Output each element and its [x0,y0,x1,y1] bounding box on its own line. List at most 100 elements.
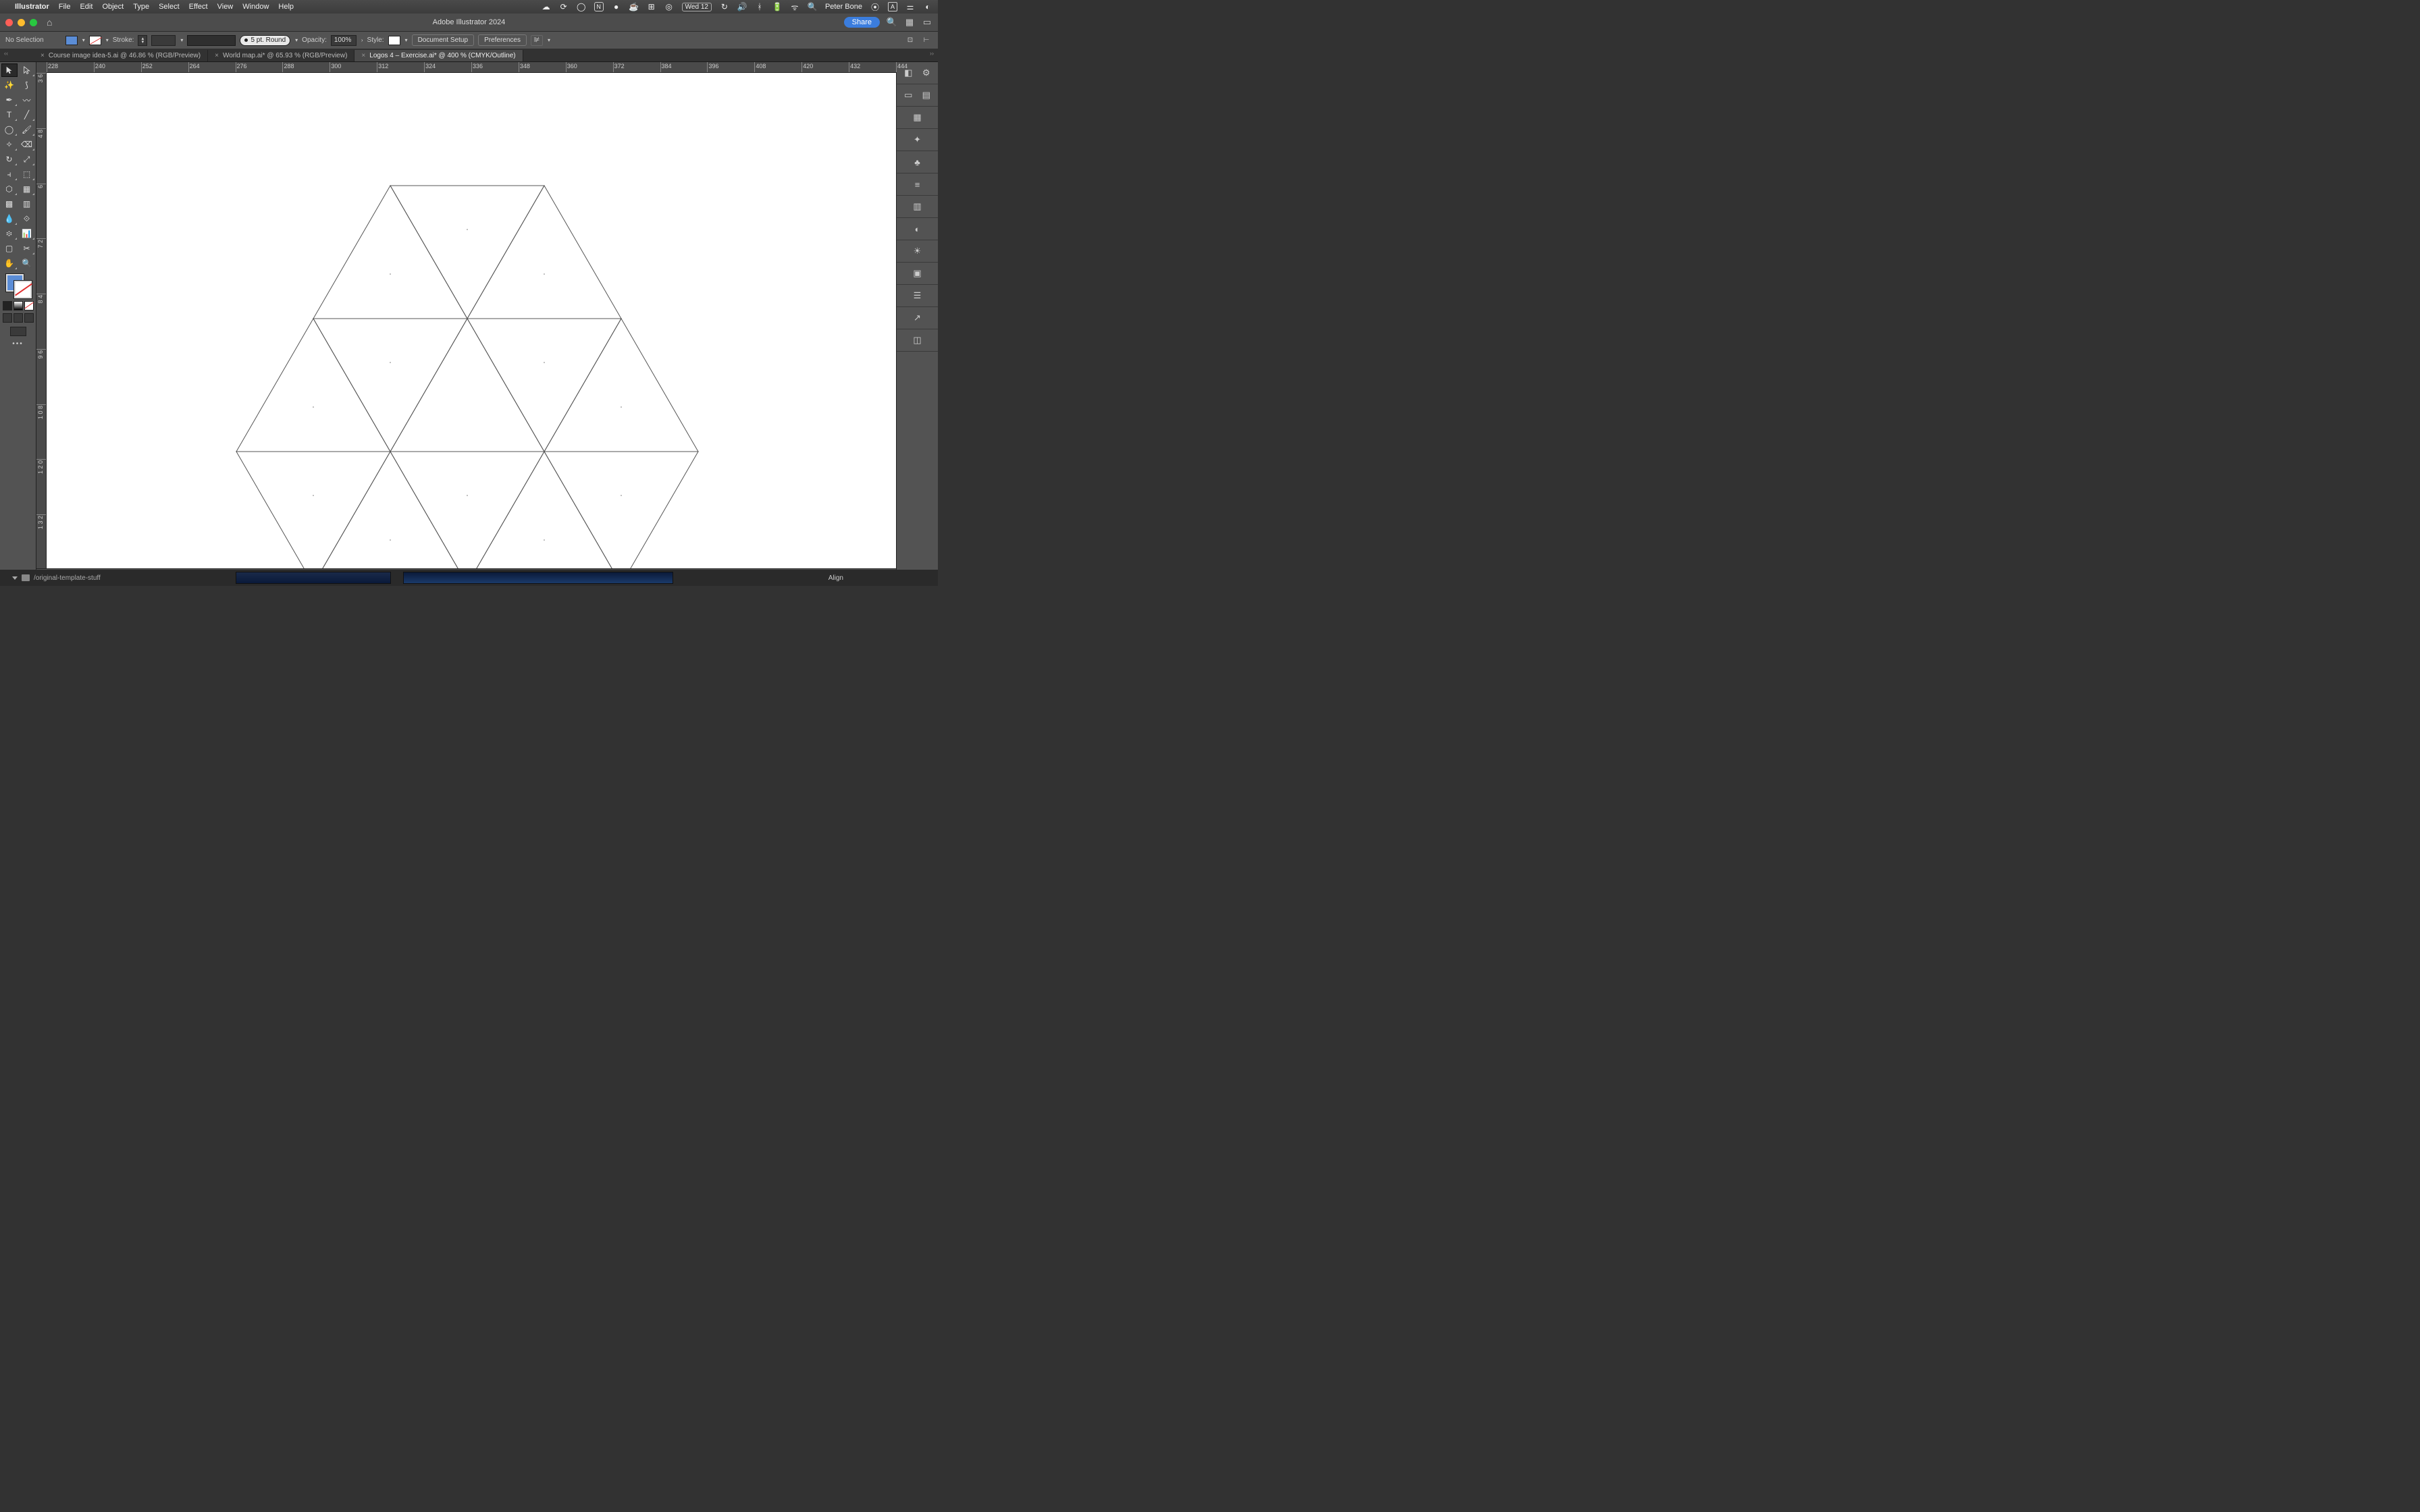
document-setup-button[interactable]: Document Setup [412,34,475,46]
zoom-tool[interactable]: 🔍 [19,256,35,270]
stroke-panel-icon[interactable]: ≡ [911,178,924,191]
color-mode-icon[interactable] [3,301,12,310]
home-icon[interactable]: ⌂ [47,17,52,28]
screen-mode-button[interactable] [10,327,26,336]
mesh-tool[interactable]: ▩ [1,197,18,211]
user-name[interactable]: Peter Bone [825,3,862,11]
timemachine-icon[interactable]: ↻ [720,2,729,11]
stroke-swatch[interactable] [89,36,101,45]
spotlight-icon[interactable]: 🔍 [808,2,817,11]
menu-select[interactable]: Select [159,3,180,11]
wifi-icon[interactable]: ᯤ [790,2,799,11]
none-mode-icon[interactable] [24,301,34,310]
graphic-style-swatch[interactable] [388,36,400,45]
artboards-panel-icon[interactable]: ◫ [911,333,924,347]
preferences-button[interactable]: Preferences [478,34,527,46]
fill-stroke-control[interactable] [5,274,32,298]
isolate-icon[interactable]: ⊢ [920,35,932,46]
stroke-weight-dropdown[interactable]: ▾ [180,37,183,43]
column-graph-tool[interactable]: 📊 [19,227,35,240]
cloud-icon[interactable]: ☁ [542,2,551,11]
document-tab[interactable]: × Logos 4 – Exercise.ai* @ 400 % (CMYK/O… [354,50,523,61]
horizontal-ruler[interactable]: 2282402522642762883003123243363483603723… [47,62,896,73]
share-button[interactable]: Share [844,17,880,28]
shaper-tool[interactable]: ✧ [1,138,18,151]
gradient-panel-icon[interactable]: ▥ [911,200,924,213]
eyedropper-tool[interactable]: 💧 [1,212,18,225]
draw-normal-icon[interactable] [3,313,12,323]
appearance-panel-icon[interactable]: ☀ [911,244,924,258]
rectangle-tool[interactable]: ◯ [1,123,18,136]
menu-object[interactable]: Object [102,3,124,11]
tray-icon[interactable]: ☕ [629,2,639,11]
magic-wand-tool[interactable]: ✨ [1,78,18,92]
app-menu[interactable]: Illustrator [15,3,49,11]
document-tab[interactable]: × World map.ai* @ 65.93 % (RGB/Preview) [208,50,354,61]
transform-panel-icon[interactable]: ⊡ [904,35,916,46]
draw-inside-icon[interactable] [24,313,34,323]
input-source-icon[interactable]: A [888,2,897,11]
notion-icon[interactable]: N [594,2,604,11]
close-tab-icon[interactable]: × [215,52,219,59]
close-tab-icon[interactable]: × [361,52,365,59]
shape-builder-tool[interactable]: ⬡ [1,182,18,196]
width-tool[interactable]: ⫞ [1,167,18,181]
blend-tool[interactable]: ⟐ [19,212,35,225]
align-dropdown[interactable]: ▾ [548,37,550,43]
volume-icon[interactable]: 🔊 [737,2,747,11]
gradient-tool[interactable]: ▥ [19,197,35,211]
disclosure-triangle-icon[interactable] [12,576,18,580]
sync-icon[interactable]: ⟳ [559,2,569,11]
symbols-panel-icon[interactable]: ♣ [911,155,924,169]
stroke-weight-input[interactable]: ▴▾ [138,35,147,46]
fill-dropdown[interactable]: ▾ [82,37,85,43]
symbol-sprayer-tool[interactable]: ፨ [1,227,18,240]
line-segment-tool[interactable]: ╱ [19,108,35,122]
workspace-switcher-icon[interactable]: ▭ [922,17,932,28]
gradient-mode-icon[interactable] [14,301,23,310]
slice-tool[interactable]: ✂ [19,242,35,255]
variable-width-profile[interactable] [187,35,236,46]
asset-export-panel-icon[interactable]: ↗ [911,311,924,325]
brush-definition[interactable]: 5 pt. Round [240,35,290,46]
style-dropdown[interactable]: ▾ [405,37,408,43]
perspective-grid-tool[interactable]: ▦ [19,182,35,196]
menu-view[interactable]: View [217,3,234,11]
color-panel-icon[interactable]: ▭ [901,88,915,102]
fill-swatch[interactable] [65,36,78,45]
rotate-tool[interactable]: ↻ [1,153,18,166]
libraries-panel-icon[interactable]: ⚙ [920,66,933,80]
eraser-tool[interactable]: ⌫ [19,138,35,151]
control-center-icon[interactable]: ⚌ [905,2,915,11]
collapse-left-icon[interactable]: ‹‹ [4,50,8,57]
layers-panel-icon[interactable]: ☰ [911,289,924,302]
stroke-dropdown[interactable]: ▾ [106,37,109,43]
type-tool[interactable]: T [1,108,18,122]
transparency-panel-icon[interactable]: ◐ [911,222,924,236]
edit-toolbar-button[interactable]: ••• [12,340,24,348]
pen-tool[interactable]: ✒ [1,93,18,107]
target-icon[interactable]: ◎ [664,2,674,11]
lasso-tool[interactable]: ⟆ [19,78,35,92]
arrange-documents-icon[interactable]: ▦ [904,17,915,28]
menu-window[interactable]: Window [242,3,269,11]
battery-icon[interactable]: 🔋 [772,2,782,11]
swatches-panel-icon[interactable]: ▦ [911,111,924,124]
menu-edit[interactable]: Edit [80,3,93,11]
search-icon[interactable]: 🔍 [887,17,897,28]
record-icon[interactable]: ● [612,2,621,11]
color-guide-panel-icon[interactable]: ▤ [920,88,933,102]
close-window-button[interactable] [5,19,13,26]
collapse-right-icon[interactable]: ›› [930,50,934,57]
align-to-icon[interactable]: ⊯ [531,35,543,46]
hand-tool[interactable]: ✋ [1,256,18,270]
circle-icon[interactable]: ◯ [577,2,586,11]
brushes-panel-icon[interactable]: ✦ [911,133,924,146]
menu-help[interactable]: Help [278,3,294,11]
fullscreen-window-button[interactable] [30,19,37,26]
stroke-color-icon[interactable] [14,281,32,298]
scale-tool[interactable]: ⤢ [19,153,35,166]
artboard-canvas[interactable] [47,73,896,570]
stroke-weight-value[interactable] [151,35,176,46]
siri-icon[interactable]: ◐ [923,2,932,11]
